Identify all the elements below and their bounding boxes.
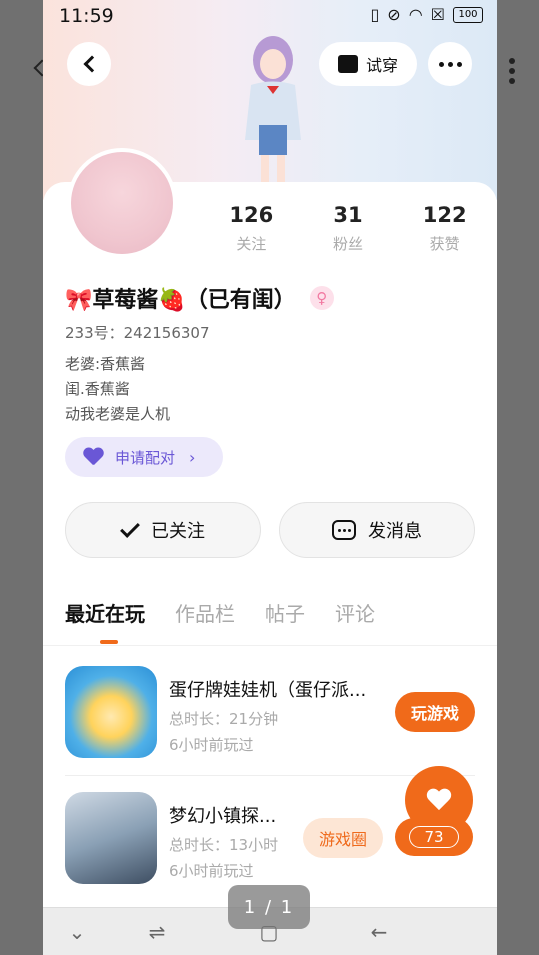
game-icon	[65, 666, 157, 758]
chevron-right-icon: ›	[189, 447, 196, 467]
background-more-icon	[507, 58, 517, 88]
stat-label: 获赞	[429, 235, 460, 253]
tab-posts[interactable]: 帖子	[265, 598, 305, 627]
back-icon[interactable]: ←	[367, 920, 391, 944]
game-circle-button[interactable]: 游戏圈	[303, 818, 383, 858]
recents-icon[interactable]: ⇌	[145, 920, 169, 944]
vibrate-icon: ▯	[370, 5, 380, 24]
stat-label: 粉丝	[333, 235, 364, 253]
game-title: 梦幻小镇探...	[169, 806, 277, 827]
bio: 老婆:香蕉酱 闺.香蕉酱 动我老婆是人机	[65, 352, 170, 427]
female-icon: ♀	[309, 286, 334, 310]
stat-following[interactable]: 126 关注	[203, 203, 300, 254]
profile-stats: 126 关注 31 粉丝 122 获赞	[203, 203, 493, 254]
play-game-button[interactable]: 玩游戏	[395, 692, 475, 732]
battery-icon: 100	[453, 7, 483, 23]
active-tab-indicator	[100, 640, 118, 644]
game-last-played: 6小时前玩过	[169, 862, 254, 880]
status-bar: 11:59 ▯ ⊘ ◠ ☒ 100	[43, 0, 497, 32]
more-button[interactable]	[428, 42, 472, 86]
chevron-left-icon	[83, 55, 100, 73]
sim-icon: ☒	[430, 5, 445, 24]
divider	[43, 645, 497, 646]
page-indicator: 1 / 1	[228, 885, 310, 929]
profile-name-row: 🎀草莓酱🍓（已有闺） ♀	[65, 282, 334, 314]
game-icon	[65, 792, 157, 884]
stat-value: 122	[422, 203, 467, 227]
following-button[interactable]: 已关注	[65, 502, 261, 558]
message-button[interactable]: 发消息	[279, 502, 475, 558]
status-time: 11:59	[59, 5, 114, 27]
pair-label: 申请配对	[115, 448, 176, 467]
wifi-icon: ◠	[408, 5, 423, 24]
tab-recently-played[interactable]: 最近在玩	[65, 598, 145, 627]
like-count-badge[interactable]: 73	[395, 818, 473, 856]
request-pair-button[interactable]: 申请配对 ›	[65, 437, 223, 477]
stat-value: 126	[229, 203, 274, 227]
chevron-down-icon[interactable]: ⌄	[65, 920, 89, 944]
stat-likes[interactable]: 122 获赞	[396, 203, 493, 254]
shirt-icon	[337, 55, 358, 73]
stat-followers[interactable]: 31 粉丝	[300, 203, 397, 254]
following-label: 已关注	[151, 521, 205, 542]
profile-screen: 11:59 ▯ ⊘ ◠ ☒ 100 试穿 126 关注 31 粉丝 122 获赞…	[43, 0, 497, 955]
try-on-label: 试穿	[365, 56, 398, 75]
message-label: 发消息	[368, 521, 422, 542]
bio-line: 老婆:香蕉酱	[65, 355, 146, 373]
bio-line: 动我老婆是人机	[65, 405, 171, 423]
stat-label: 关注	[236, 235, 267, 253]
game-last-played: 6小时前玩过	[169, 736, 254, 754]
try-on-button[interactable]: 试穿	[319, 42, 417, 86]
dnd-icon: ⊘	[387, 5, 401, 24]
check-icon	[120, 518, 140, 538]
list-item[interactable]: 蛋仔牌娃娃机（蛋仔派... 总时长：21分钟 6小时前玩过 玩游戏	[65, 666, 475, 758]
heart-icon	[426, 789, 452, 811]
game-duration: 总时长：21分钟	[169, 710, 279, 728]
game-title: 蛋仔牌娃娃机（蛋仔派...	[169, 680, 367, 701]
like-count: 73	[409, 826, 459, 848]
back-button[interactable]	[67, 42, 111, 86]
chat-bubble-icon	[332, 520, 356, 540]
tab-comments[interactable]: 评论	[335, 598, 375, 627]
action-buttons: 已关注 发消息	[65, 502, 475, 558]
bio-line: 闺.香蕉酱	[65, 380, 130, 398]
avatar-3d-figure	[245, 36, 301, 185]
avatar[interactable]	[67, 148, 177, 258]
tab-works[interactable]: 作品栏	[175, 598, 235, 627]
heart-icon	[83, 448, 105, 466]
profile-tabs: 最近在玩 作品栏 帖子 评论	[65, 598, 375, 627]
game-duration: 总时长：13小时	[169, 836, 279, 854]
stat-value: 31	[333, 203, 363, 227]
profile-name: 🎀草莓酱🍓（已有闺）	[65, 288, 296, 313]
user-id: 233号：242156307	[65, 324, 210, 342]
